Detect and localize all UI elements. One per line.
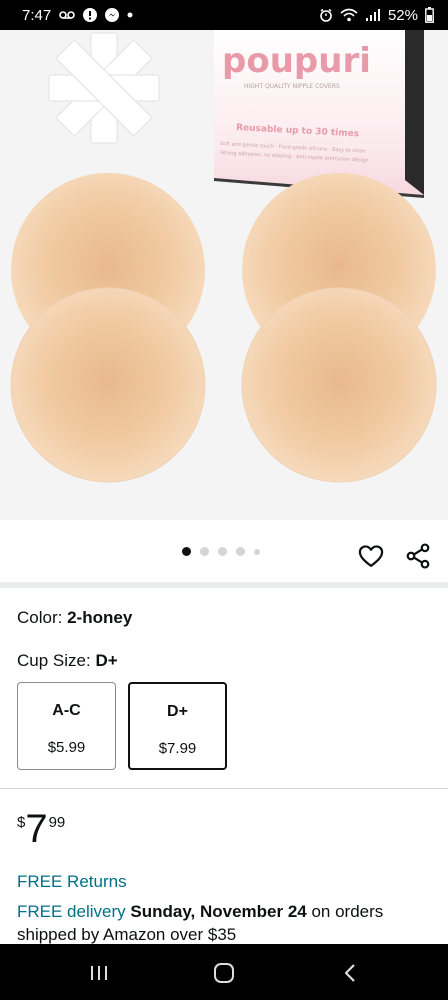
product-image[interactable]: poupuri HIGHT QUALITY NIPPLE COVERS Reus… (0, 30, 448, 520)
alarm-icon (319, 8, 333, 22)
price: $ 7 99 (17, 808, 65, 850)
svg-text:HIGHT QUALITY NIPPLE COVERS: HIGHT QUALITY NIPPLE COVERS (244, 83, 340, 90)
recent-apps-icon[interactable] (86, 960, 112, 986)
dot-icon (127, 12, 133, 18)
signal-icon (365, 8, 381, 22)
section-divider (0, 788, 448, 789)
size-option-d-plus[interactable]: D+ $7.99 (128, 682, 227, 770)
free-delivery-link[interactable]: FREE delivery (17, 902, 126, 921)
messenger-icon (105, 8, 120, 22)
price-symbol: $ (17, 814, 26, 831)
pad-front-right (241, 287, 437, 483)
color-value: 2-honey (67, 608, 133, 627)
cup-size-label: Cup Size: D+ (17, 651, 118, 670)
carousel-dot[interactable] (218, 547, 227, 556)
free-returns-link[interactable]: FREE Returns (17, 872, 127, 892)
pad-front-left (10, 287, 206, 483)
cup-size-value: D+ (95, 651, 118, 670)
color-label: Color: 2-honey (17, 608, 133, 627)
voicemail-icon (59, 10, 76, 20)
price-fraction: 99 (48, 814, 66, 831)
size-option-name: D+ (167, 703, 188, 720)
status-bar: 7:47 52% (0, 0, 448, 30)
wifi-icon (340, 8, 358, 22)
battery-percent: 52% (387, 6, 418, 24)
wishlist-heart-icon[interactable] (357, 542, 385, 570)
back-icon[interactable] (338, 960, 364, 986)
home-icon[interactable] (211, 960, 237, 986)
battery-icon (425, 7, 434, 23)
share-icon[interactable] (404, 542, 432, 570)
product-box: poupuri HIGHT QUALITY NIPPLE COVERS Reus… (214, 30, 424, 198)
size-option-price: $5.99 (47, 739, 86, 756)
carousel-dots[interactable] (182, 547, 260, 556)
delivery-info: FREE delivery Sunday, November 24 on ord… (17, 900, 437, 946)
carousel-dot[interactable] (182, 547, 191, 556)
price-whole: 7 (25, 807, 48, 851)
size-option-a-c[interactable]: A-C $5.99 (17, 682, 116, 770)
size-option-name: A-C (52, 702, 81, 719)
alert-icon (83, 8, 98, 22)
system-nav-bar (0, 944, 448, 1000)
brand-logo-text: poupuri (222, 41, 371, 81)
lift-tape (48, 32, 160, 144)
size-option-price: $7.99 (158, 740, 197, 757)
delivery-date: Sunday, November 24 (130, 902, 307, 921)
status-time: 7:47 (22, 6, 52, 24)
carousel-dot[interactable] (200, 547, 209, 556)
carousel-dot[interactable] (254, 548, 260, 555)
carousel-dot[interactable] (236, 547, 245, 556)
section-divider (0, 582, 448, 588)
